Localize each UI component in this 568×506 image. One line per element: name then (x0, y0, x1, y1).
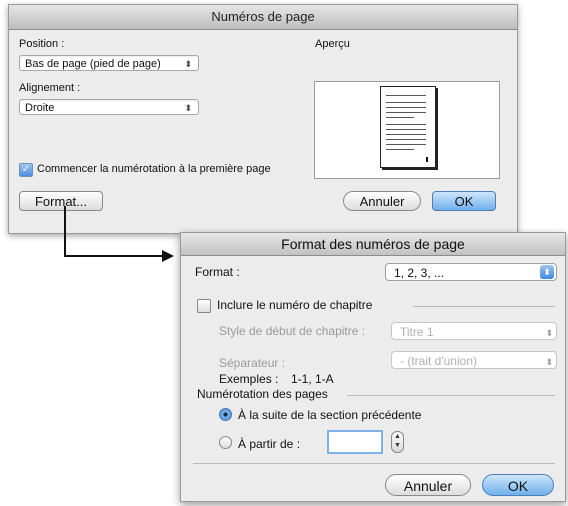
chapter-style-popup[interactable]: Titre 1 ⬍ (391, 322, 557, 340)
arrow-right-icon (162, 250, 174, 262)
continue-radio[interactable] (219, 408, 232, 421)
number-format-dialog: Format des numéros de page Format : 1, 2… (180, 232, 566, 502)
dialog-title: Numéros de page (9, 5, 517, 30)
separator-popup[interactable]: - (trait d'union) ⬍ (391, 351, 557, 369)
format-value: 1, 2, 3, ... (394, 266, 445, 280)
separator-value: - (trait d'union) (400, 354, 477, 368)
cancel-button[interactable]: Annuler (385, 474, 471, 496)
checkmark-icon: ✓ (21, 164, 31, 175)
connector-line (64, 255, 164, 257)
start-at-label: À partir de : (238, 437, 301, 451)
position-label: Position : (19, 38, 65, 50)
chapter-style-value: Titre 1 (400, 325, 434, 339)
dialog-title: Format des numéros de page (181, 233, 565, 256)
continue-label: À la suite de la section précédente (238, 408, 422, 422)
start-numbering-label: Commencer la numérotation à la première … (37, 163, 271, 175)
alignment-label: Alignement : (19, 82, 81, 94)
start-at-radio[interactable] (219, 436, 232, 449)
chapter-style-label: Style de début de chapitre : (219, 324, 366, 338)
start-at-stepper[interactable]: ▲ ▼ (391, 431, 404, 453)
alignment-value: Droite (25, 102, 55, 114)
position-popup[interactable]: Bas de page (pied de page) ⬍ (19, 55, 199, 71)
separator-line (193, 463, 555, 464)
examples-value: 1-1, 1-A (291, 372, 334, 386)
cancel-button[interactable]: Annuler (343, 191, 421, 211)
up-down-arrows-icon: ⬍ (545, 357, 553, 367)
separator-line (413, 306, 555, 307)
examples-label: Exemples : (219, 372, 279, 386)
start-at-input[interactable] (327, 430, 383, 454)
position-value: Bas de page (pied de page) (25, 58, 161, 70)
alignment-popup[interactable]: Droite ⬍ (19, 99, 199, 115)
page-preview-icon (380, 86, 436, 168)
up-down-arrows-icon: ⬍ (545, 328, 553, 338)
up-down-arrows-icon: ⬍ (540, 265, 554, 279)
separator-label: Séparateur : (219, 356, 286, 370)
start-numbering-checkbox[interactable]: ✓ (19, 163, 33, 177)
ok-button[interactable]: OK (482, 474, 554, 496)
up-down-arrows-icon: ⬍ (184, 59, 192, 69)
ok-button[interactable]: OK (432, 191, 496, 211)
format-popup[interactable]: 1, 2, 3, ... ⬍ (385, 263, 557, 281)
format-button[interactable]: Format... (19, 191, 103, 211)
include-chapter-label: Inclure le numéro de chapitre (217, 298, 373, 312)
page-numbers-dialog: Numéros de page Position : Bas de page (… (8, 4, 518, 234)
format-label: Format : (195, 265, 240, 279)
separator-line (347, 395, 555, 396)
preview-box (314, 81, 500, 179)
page-numbering-label: Numérotation des pages (197, 387, 328, 401)
include-chapter-checkbox[interactable] (197, 299, 211, 313)
connector-line (64, 206, 66, 256)
preview-label: Aperçu (315, 38, 350, 50)
up-down-arrows-icon: ⬍ (184, 103, 192, 113)
